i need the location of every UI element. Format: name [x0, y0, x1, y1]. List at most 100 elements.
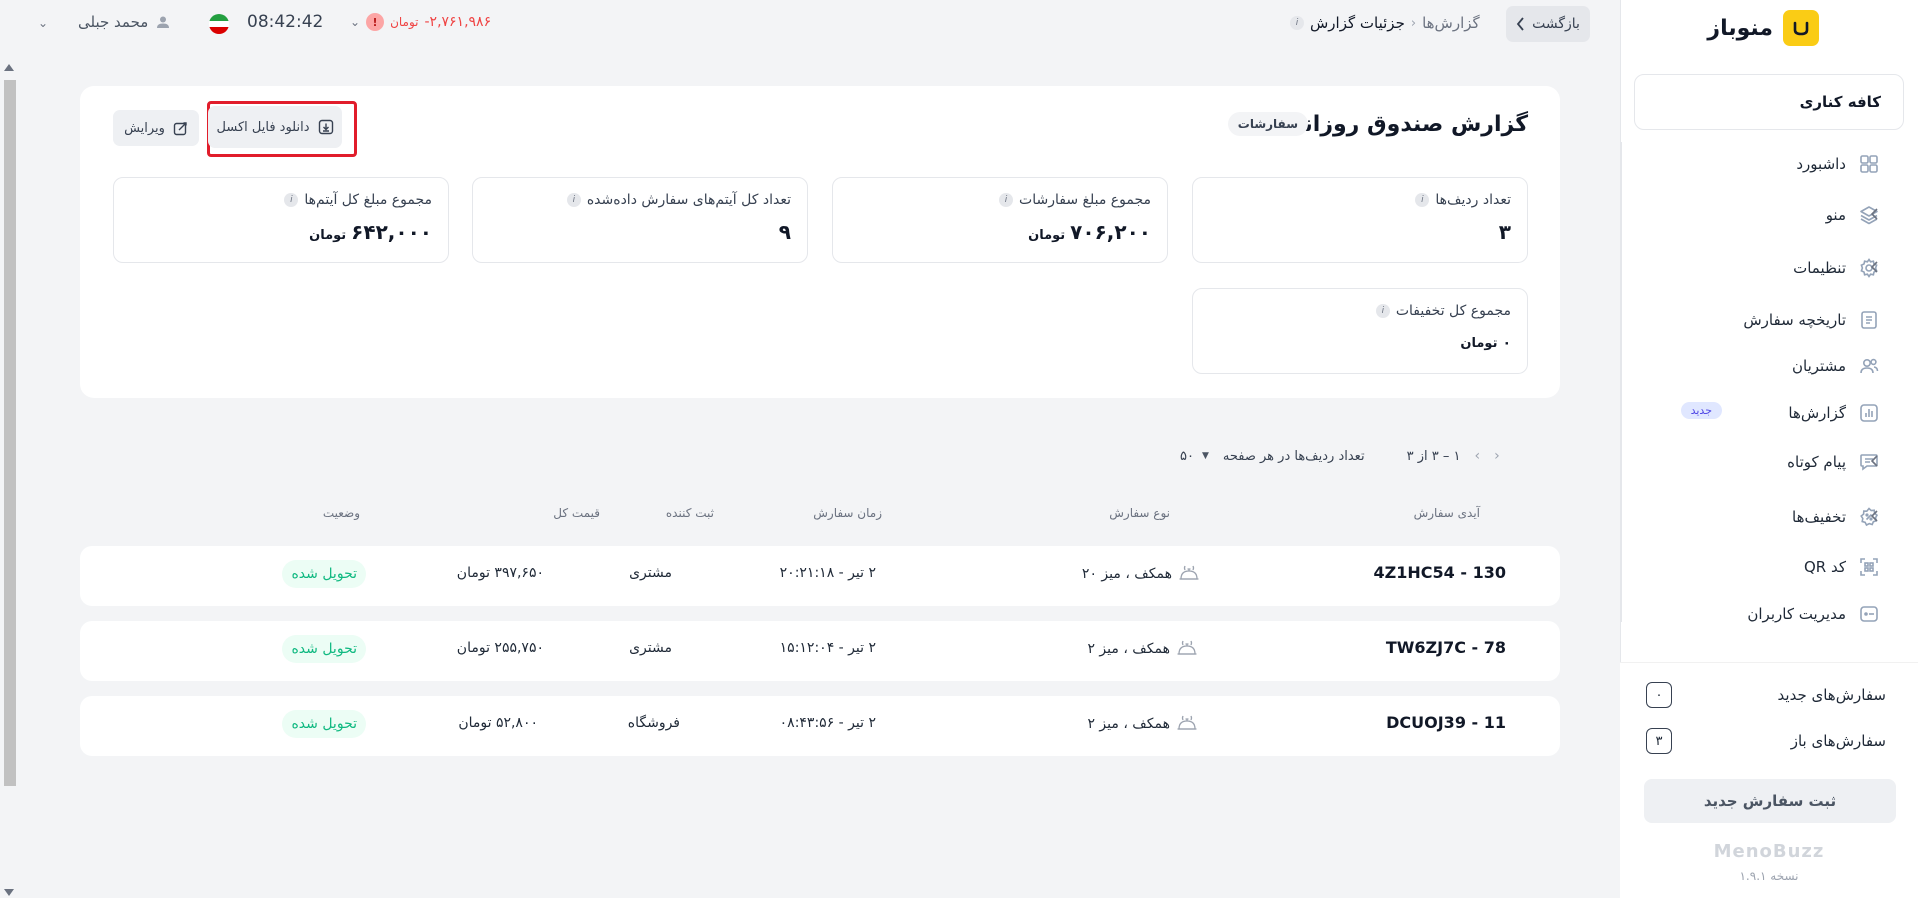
next-page-icon[interactable]: ›: [1474, 448, 1480, 464]
footer-logo: MenoBuzz: [1713, 841, 1825, 862]
user-icon: [157, 16, 170, 28]
column-header-total-price[interactable]: قیمت کل: [553, 506, 600, 520]
sidebar-item-order-history[interactable]: تاریخچه سفارش: [1620, 300, 1918, 340]
sidebar-item-sms[interactable]: پیام کوتاه: [1620, 442, 1918, 482]
iran-flag-icon[interactable]: [209, 14, 229, 34]
rows-per-page-label: تعداد ردیف‌ها در هر صفحه: [1222, 448, 1365, 464]
info-icon[interactable]: i: [566, 193, 581, 207]
new-orders-row[interactable]: سفارش‌های جدید ۰: [1646, 681, 1886, 709]
chart-icon: [1860, 404, 1878, 422]
sidebar-item-label: منو: [1825, 206, 1846, 224]
registrar: فروشگاه: [627, 715, 680, 731]
edit-label: ویرایش: [124, 120, 165, 136]
sidebar-item-discounts[interactable]: تخفیف‌ها: [1620, 497, 1918, 537]
sidebar-item-label: داشبورد: [1796, 155, 1846, 173]
main-scrollbar[interactable]: [0, 62, 18, 898]
column-header-order-time[interactable]: زمان سفارش: [813, 506, 882, 520]
back-label: بازگشت: [1532, 16, 1580, 32]
status-badge: تحویل شده: [282, 710, 366, 738]
table-row[interactable]: 4Z1HC54 - 130 همکف ، میز ۲۰ ۲ تیر - ۲۰:۲…: [80, 546, 1560, 606]
column-header-status[interactable]: وضعیت: [323, 506, 360, 520]
scroll-down-icon[interactable]: [4, 889, 14, 896]
sidebar-item-label: کد QR: [1803, 558, 1846, 576]
order-type-text: همکف ، میز ۲: [1087, 716, 1170, 732]
user-name: محمد جبلی: [78, 13, 149, 31]
download-excel-label: دانلود فایل اکسل: [216, 119, 310, 135]
brand-logo-icon: [1783, 10, 1819, 46]
registrar: مشتری: [629, 640, 672, 656]
new-order-button[interactable]: ثبت سفارش جدید: [1644, 779, 1896, 823]
back-button[interactable]: بازگشت: [1506, 6, 1590, 42]
column-header-order-id[interactable]: آیدی سفارش: [1414, 506, 1480, 520]
cloche-icon: [1177, 640, 1197, 655]
column-header-registrar[interactable]: ثبت کننده: [666, 506, 714, 520]
breadcrumb: گزارش‌ها ‹ جزئیات گزارش i: [1290, 10, 1480, 36]
chevron-left-icon: [1870, 455, 1878, 467]
total-price: ۵۲,۸۰۰ تومان: [458, 715, 538, 731]
stat-value: ۷۰۶,۲۰۰: [1070, 220, 1151, 244]
info-icon[interactable]: i: [999, 193, 1014, 207]
status-badge: تحویل شده: [282, 560, 366, 588]
pagination-range: ۱ – ۳ از ۳: [1406, 448, 1461, 464]
balance-unit: تومان: [390, 15, 419, 29]
download-excel-button[interactable]: دانلود فایل اکسل: [208, 106, 342, 148]
sidebar-item-label: گزارش‌ها: [1788, 404, 1846, 422]
chevron-right-icon: [1516, 17, 1524, 31]
sidebar-item-label: پیام کوتاه: [1787, 453, 1846, 471]
info-icon[interactable]: i: [284, 193, 299, 207]
pagination: ‹ › ۱ – ۳ از ۳ تعداد ردیف‌ها در هر صفحه …: [1180, 444, 1500, 468]
scroll-up-icon[interactable]: [4, 64, 14, 71]
breadcrumb-separator-icon: ‹: [1410, 15, 1417, 31]
info-icon[interactable]: i: [1375, 304, 1390, 318]
table-row[interactable]: DCUOJ39 - 11 همکف ، میز ۲ ۲ تیر - ۰۸:۴۳:…: [80, 696, 1560, 756]
rows-per-page-select[interactable]: ▼ ۵۰: [1180, 449, 1209, 464]
stat-items-sum: مجموع مبلغ کل آیتم‌ها i ۶۴۲,۰۰۰ تومان: [113, 177, 449, 263]
caret-down-icon: ▼: [1201, 451, 1209, 461]
order-time: ۲ تیر - ۰۸:۴۳:۵۶: [779, 715, 876, 731]
chevron-down-icon: ⌄: [350, 15, 361, 29]
edit-button[interactable]: ویرایش: [113, 110, 199, 146]
report-type-chip: سفارشات: [1227, 112, 1308, 136]
sidebar-item-label: مشتریان: [1792, 357, 1846, 375]
order-type: همکف ، میز ۲: [1087, 640, 1198, 658]
new-badge: جدید: [1680, 402, 1722, 419]
sidebar-scrollbar[interactable]: [1620, 142, 1622, 622]
sidebar-item-qr-code[interactable]: کد QR: [1620, 547, 1918, 587]
breadcrumb-reports-link[interactable]: گزارش‌ها: [1422, 14, 1480, 32]
stat-label: مجموع کل تخفیفات: [1395, 303, 1511, 319]
stat-discount-sum: مجموع کل تخفیفات i ۰ تومان: [1192, 288, 1528, 374]
sidebar-item-dashboard[interactable]: داشبورد: [1620, 144, 1918, 184]
chevron-down-icon[interactable]: ⌄: [38, 16, 48, 30]
stat-label: تعداد کل آیتم‌های سفارش داده‌شده: [586, 192, 791, 208]
sidebar-item-reports[interactable]: گزارش‌ها جدید: [1620, 393, 1918, 433]
sidebar-item-user-management[interactable]: مدیریت کاربران: [1620, 594, 1918, 634]
brand[interactable]: منوباز: [1707, 10, 1819, 46]
breadcrumb-current: جزئیات گزارش: [1310, 14, 1405, 32]
new-orders-count: ۰: [1646, 682, 1672, 708]
user-menu[interactable]: محمد جبلی: [78, 10, 170, 34]
cafe-selector[interactable]: کافه کناری: [1634, 74, 1904, 130]
column-header-order-type[interactable]: نوع سفارش: [1109, 506, 1170, 520]
cafe-name: کافه کناری: [1799, 93, 1881, 111]
stat-value: ۰: [1502, 335, 1511, 351]
info-icon[interactable]: i: [1415, 193, 1430, 207]
sidebar-item-menu[interactable]: منو: [1620, 195, 1918, 235]
scrollbar-thumb[interactable]: [4, 80, 16, 786]
open-orders-label: سفارش‌های باز: [1790, 732, 1886, 750]
edit-icon: [173, 121, 187, 135]
open-orders-count: ۳: [1646, 728, 1672, 754]
stat-value: ۳: [1498, 220, 1511, 244]
info-icon[interactable]: i: [1290, 16, 1304, 30]
qr-icon: [1860, 558, 1878, 576]
open-orders-row[interactable]: سفارش‌های باز ۳: [1646, 727, 1886, 755]
stat-row-count: تعداد ردیف‌ها i ۳: [1192, 177, 1528, 263]
prev-page-icon[interactable]: ‹: [1494, 448, 1500, 464]
sidebar-item-settings[interactable]: تنظیمات: [1620, 248, 1918, 288]
table-row[interactable]: TW6ZJ7C - 78 همکف ، میز ۲ ۲ تیر - ۱۵:۱۲:…: [80, 621, 1560, 681]
balance-value: -۲,۷۶۱,۹۸۶: [424, 14, 492, 30]
user-manage-icon: [1860, 606, 1878, 622]
balance-display[interactable]: ⌄ ! تومان -۲,۷۶۱,۹۸۶: [350, 11, 491, 33]
stat-unit: تومان: [1460, 336, 1498, 351]
order-time: ۲ تیر - ۱۵:۱۲:۰۴: [779, 640, 876, 656]
sidebar-item-customers[interactable]: مشتریان: [1620, 346, 1918, 386]
